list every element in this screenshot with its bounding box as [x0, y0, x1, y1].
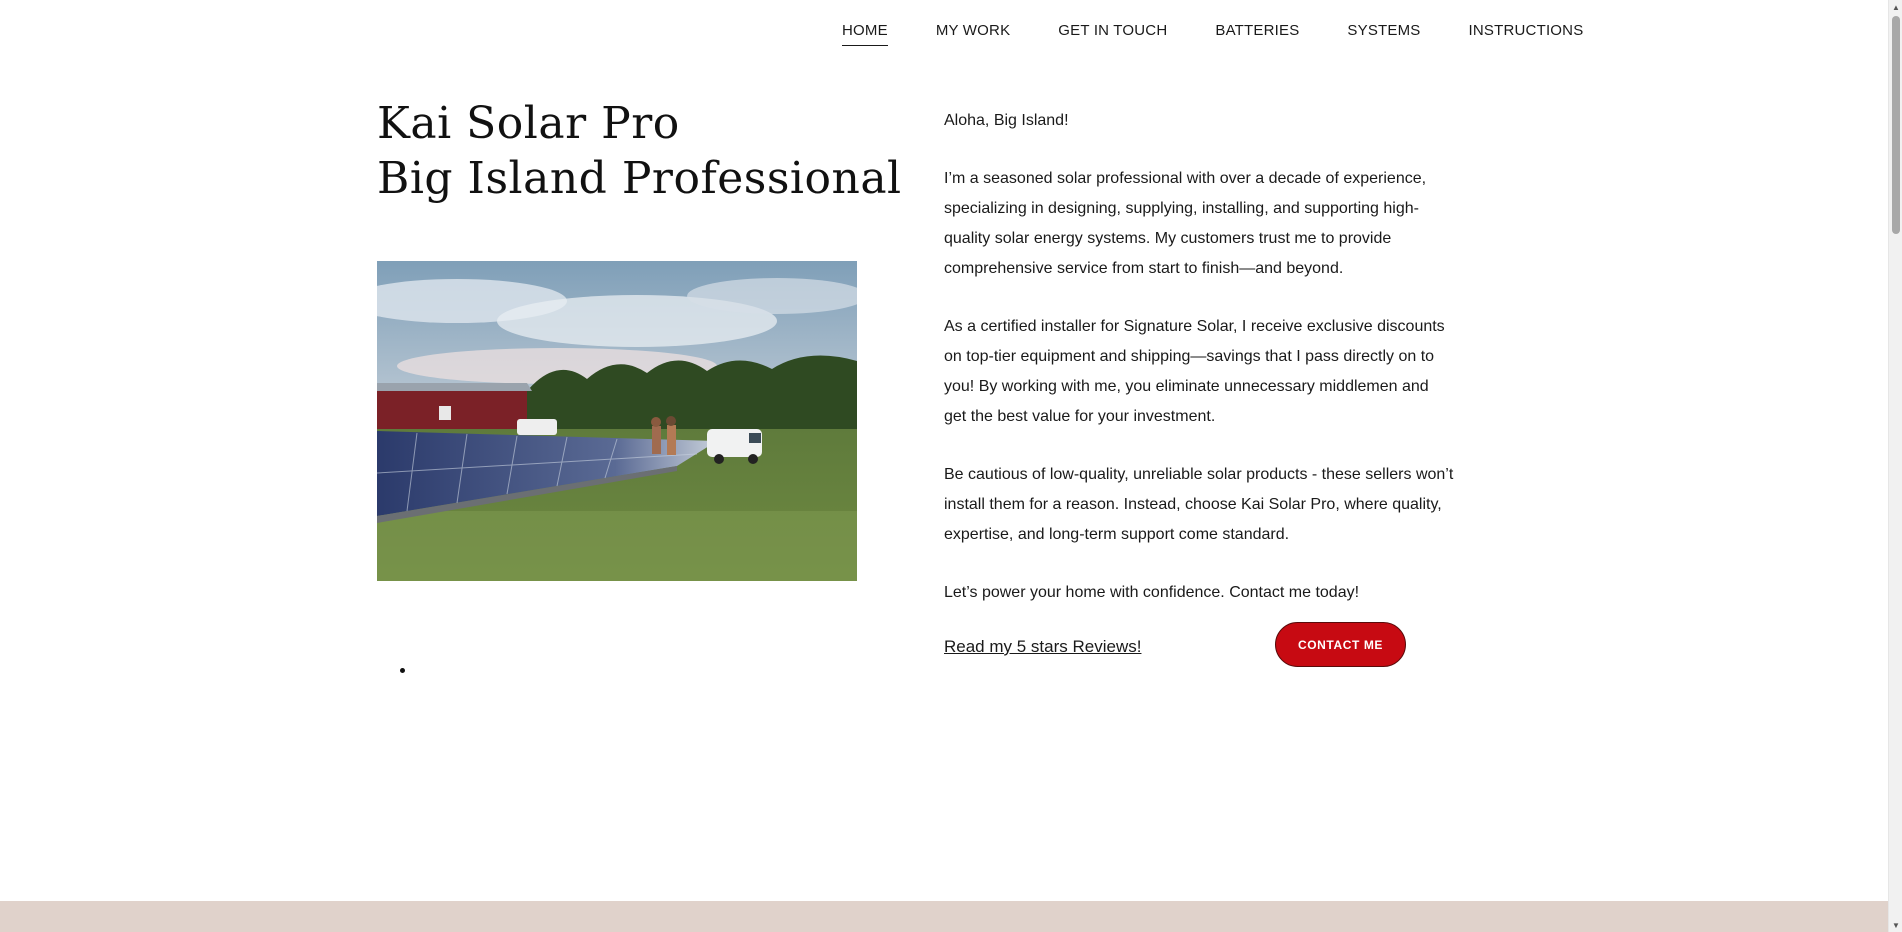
nav-get-in-touch[interactable]: GET IN TOUCH: [1058, 18, 1167, 46]
scroll-thumb[interactable]: [1892, 16, 1900, 234]
contact-me-button[interactable]: CONTACT ME: [1275, 622, 1406, 667]
solar-farm-photo: [377, 261, 857, 581]
paragraph-cta: Let’s power your home with confidence. C…: [944, 584, 1360, 601]
scroll-down-icon[interactable]: ▼: [1889, 918, 1902, 932]
nav-systems[interactable]: SYSTEMS: [1347, 18, 1420, 46]
carousel-dot[interactable]: [400, 668, 405, 673]
nav-instructions[interactable]: INSTRUCTIONS: [1469, 18, 1584, 46]
footer-band: [0, 901, 1888, 932]
nav-batteries[interactable]: BATTERIES: [1215, 18, 1299, 46]
paragraph-experience: I’m a seasoned solar professional with o…: [944, 170, 1427, 277]
nav-my-work[interactable]: MY WORK: [936, 18, 1010, 46]
intro-text: Aloha, Big Island! I’m a seasoned solar …: [944, 106, 1454, 636]
main-nav: HOME MY WORK GET IN TOUCH BATTERIES SYST…: [842, 18, 1583, 46]
reviews-link[interactable]: Read my 5 stars Reviews!: [944, 637, 1141, 657]
scroll-up-icon[interactable]: ▲: [1889, 0, 1902, 14]
title-line-2: Big Island Professional: [377, 153, 902, 204]
title-line-1: Kai Solar Pro: [377, 98, 680, 149]
paragraph-caution: Be cautious of low-quality, unreliable s…: [944, 466, 1454, 543]
nav-home[interactable]: HOME: [842, 18, 888, 46]
greeting: Aloha, Big Island!: [944, 112, 1069, 129]
page-title: Kai Solar Pro Big Island Professional: [377, 96, 902, 206]
paragraph-installer: As a certified installer for Signature S…: [944, 318, 1445, 425]
scrollbar[interactable]: ▲ ▼: [1888, 0, 1902, 932]
